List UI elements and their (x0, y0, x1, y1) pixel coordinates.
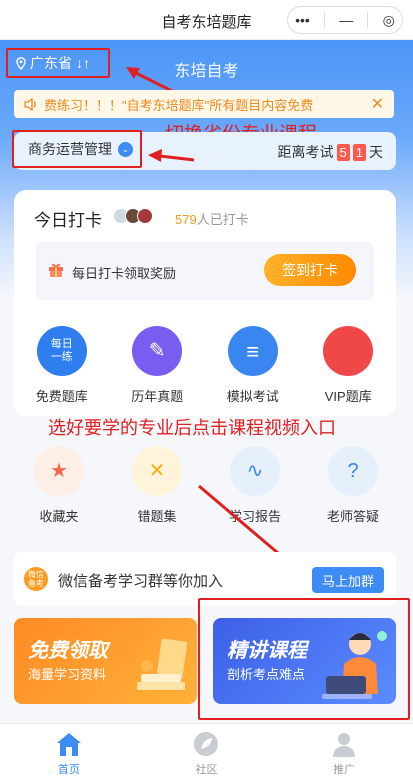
report-glyph: ∿ (246, 459, 264, 482)
qa-icon: ? (328, 446, 378, 496)
wechat-group-label: 微信备考学习群等你加入 (58, 573, 224, 590)
checkin-card: 今日打卡 579人已打卡 每日打卡领取奖励 签到打卡 每日 一练 免费题库 ✎ … (14, 190, 396, 416)
wechat-group-badge: 微信 备考 (24, 567, 48, 591)
avatar (137, 208, 153, 224)
capsule-divider (367, 12, 369, 28)
exam-paper-glyph: ✎ (148, 339, 166, 362)
major-label: 商务运营管理 (28, 141, 112, 157)
page: 自考东培题库 ••• — ◎ 广东省 ↓↑ 东培自考 费练习！！！"自考东培题库… (0, 0, 413, 781)
mistakes-icon: ✕ (132, 446, 182, 496)
daily-practice-icon: 每日 一练 (36, 326, 87, 376)
free-materials-banner[interactable]: 免费领取 海量学习资料 (14, 618, 197, 704)
daily-practice-glyph: 每日 一练 (50, 338, 73, 363)
countdown-digit: 1 (352, 143, 366, 161)
nav-label: 免费题库 (35, 389, 88, 404)
exam-paper-icon: ✎ (132, 326, 183, 376)
chevron-down-icon: ⌄ (118, 141, 133, 157)
nav-label: 收藏夹 (39, 509, 79, 524)
nav-free-question-bank[interactable]: 每日 一练 免费题库 (22, 326, 102, 405)
more-icon[interactable]: ••• (295, 12, 310, 28)
tab-home[interactable]: 首页 (29, 724, 109, 781)
checkin-count-number: 579 (175, 212, 197, 227)
community-icon (192, 730, 220, 758)
nav-past-papers[interactable]: ✎ 历年真题 (117, 326, 197, 405)
qa-glyph: ? (347, 459, 359, 482)
mock-exam-glyph: ≡ (246, 338, 260, 364)
bottom-tab-bar: 首页 社区 推广 (0, 723, 413, 781)
vip-icon (323, 326, 374, 376)
home-icon (55, 730, 83, 758)
tab-community[interactable]: 社区 (166, 724, 246, 781)
user-icon (330, 730, 358, 758)
checkin-reward-box: 每日打卡领取奖励 签到打卡 (36, 242, 374, 300)
nav-mock-exam[interactable]: ≡ 模拟考试 (213, 326, 293, 405)
major-selector[interactable]: 商务运营管理 ⌄ (12, 130, 142, 168)
free-materials-subtitle: 海量学习资料 (28, 667, 107, 682)
exam-countdown-suffix: 天 (369, 144, 383, 160)
books-illustration-icon (137, 638, 188, 690)
checkin-count-suffix: 人已打卡 (196, 212, 249, 227)
app-title: 东培自考 (174, 63, 239, 80)
notice-bar: 费练习！！！"自考东培题库"所有题目内容免费 ✕ (14, 90, 394, 118)
tab-label: 首页 (57, 764, 80, 776)
mock-exam-icon: ≡ (227, 326, 278, 376)
capsule-divider (324, 12, 326, 28)
nav-label: 错题集 (137, 509, 177, 524)
join-group-button[interactable]: 马上加群 (312, 567, 384, 593)
exam-countdown-prefix: 距离考试 (277, 144, 334, 160)
top-icon-row: 每日 一练 免费题库 ✎ 历年真题 ≡ 模拟考试 VIP题库 (14, 326, 396, 405)
tab-promotion[interactable]: 推广 (304, 724, 384, 781)
speaker-icon (24, 97, 36, 111)
checkin-reward-label: 每日打卡领取奖励 (72, 266, 177, 281)
countdown-digit: 5 (336, 143, 350, 161)
annotation-highlight-box (198, 598, 410, 720)
free-materials-title: 免费领取 (28, 640, 108, 662)
annotation-arrow (148, 149, 195, 162)
nav-label: VIP题库 (324, 389, 372, 404)
wechat-group-badge-text: 微信 备考 (28, 570, 44, 588)
tab-label: 推广 (333, 764, 356, 776)
favorites-icon: ★ (34, 446, 84, 496)
miniprogram-capsule: ••• — ◎ (287, 6, 403, 34)
nav-vip-bank[interactable]: VIP题库 (308, 326, 388, 405)
nav-label: 模拟考试 (226, 389, 279, 404)
nav-label: 老师答疑 (326, 509, 379, 524)
nav-teacher-qa[interactable]: ? 老师答疑 (313, 446, 393, 525)
nav-favorites[interactable]: ★ 收藏夹 (19, 446, 99, 525)
exam-countdown: 距离考试 5 1 天 (278, 142, 383, 162)
close-icon[interactable]: ◎ (383, 12, 395, 29)
tab-label: 社区 (195, 764, 218, 776)
gift-icon (48, 262, 64, 282)
checkin-button[interactable]: 签到打卡 (264, 254, 356, 286)
checkin-count: 579人已打卡 (175, 209, 249, 228)
annotation-choose: 选好要学的专业后点击课程视频入口 (48, 418, 336, 438)
mistakes-glyph: ✕ (148, 459, 166, 482)
favorites-glyph: ★ (50, 459, 68, 482)
checkin-avatars (113, 208, 153, 224)
nav-label: 历年真题 (131, 389, 184, 404)
system-title-bar: 自考东培题库 ••• — ◎ (0, 0, 413, 40)
notice-text: 费练习！！！"自考东培题库"所有题目内容免费 (44, 97, 314, 113)
nav-mistakes[interactable]: ✕ 错题集 (117, 446, 197, 525)
notice-close-icon[interactable]: ✕ (371, 94, 384, 114)
checkin-title: 今日打卡 (34, 211, 102, 230)
minimize-icon[interactable]: — (339, 12, 353, 28)
